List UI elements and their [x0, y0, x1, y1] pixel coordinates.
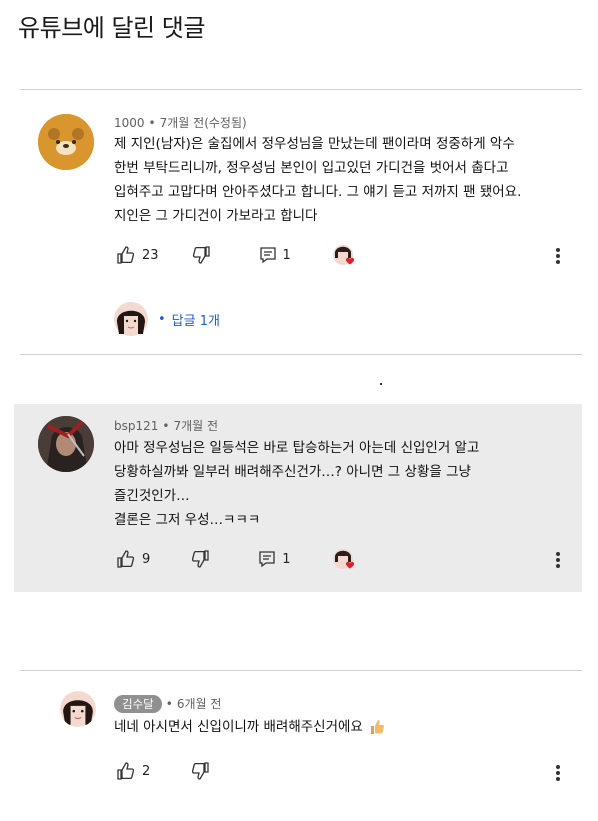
- comment-meta: 김수달 • 6개월 전: [114, 695, 221, 713]
- comment-meta: bsp121 • 7개월 전: [114, 419, 219, 433]
- view-replies-link[interactable]: • 답글 1개: [114, 302, 220, 336]
- dislike-icon: [192, 246, 210, 264]
- more-icon: [556, 248, 560, 252]
- comment-actions: 2: [116, 761, 210, 781]
- comment-line: 한번 부탁드리니까, 정우성님 본인이 입고있던 가디건을 벗어서 춥다고: [114, 160, 509, 176]
- comment-text: 네네 아시면서 신입이니까 배려해주신거에요: [114, 715, 385, 739]
- creator-heart: [332, 548, 355, 570]
- like-icon: [117, 246, 135, 264]
- comment-1: 1000 • 7개월 전(수정됨) 제 지인(남자)은 술집에서 정우성님을 만났는…: [0, 90, 598, 354]
- replier-avatar-icon: [114, 302, 148, 336]
- comment-actions: 23 1: [116, 244, 355, 266]
- reply-icon: [259, 551, 275, 568]
- avatar[interactable]: [60, 691, 96, 727]
- comment-3: 김수달 • 6개월 전 네네 아시면서 신입이니까 배려해주신거에요 2: [0, 671, 598, 821]
- reply-link-text: 답글 1개: [171, 313, 220, 329]
- more-button[interactable]: [556, 246, 562, 266]
- divider: [20, 354, 582, 355]
- reply-button[interactable]: 1: [258, 550, 291, 568]
- bear-avatar-icon: [38, 114, 94, 170]
- comment-line: 네네 아시면서 신입이니까 배려해주신거에요: [114, 719, 363, 735]
- page-title: 유튜브에 달린 댓글: [18, 14, 205, 42]
- heart-icon: [332, 245, 354, 265]
- like-button[interactable]: 2: [116, 761, 150, 781]
- comment-line: 제 지인(남자)은 술집에서 정우성님을 만났는데 팬이라며 정중하게 악수: [114, 136, 515, 152]
- comment-line: 입혀주고 고맙다며 안아주셨다고 합니다. 그 얘기 듣고 저까지 팬 됐어요.: [114, 184, 522, 200]
- comment-author[interactable]: bsp121: [114, 419, 158, 433]
- reply-count: 1: [282, 247, 291, 263]
- more-button[interactable]: [556, 550, 562, 570]
- like-button[interactable]: 23: [116, 245, 159, 265]
- heart-icon: [332, 549, 354, 569]
- comment-text: 제 지인(남자)은 술집에서 정우성님을 만났는데 팬이라며 정중하게 악수 한…: [114, 132, 521, 228]
- comment-2: bsp121 • 7개월 전 아마 정우성님은 일등석은 바로 탑승하는거 아는데 …: [14, 404, 582, 592]
- creator-heart: [332, 244, 355, 266]
- dislike-button[interactable]: [191, 245, 211, 265]
- comment-line: 결론은 그저 우성…ㅋㅋㅋ: [114, 512, 261, 528]
- like-count: 9: [142, 551, 151, 567]
- comment-actions: 9 1: [116, 548, 355, 570]
- like-icon: [117, 762, 135, 780]
- like-count: 2: [142, 763, 151, 779]
- reply-link-dot: •: [158, 311, 166, 327]
- comment-author[interactable]: 김수달: [114, 695, 162, 713]
- dislike-button[interactable]: [190, 549, 210, 569]
- reply-count: 1: [282, 551, 291, 567]
- comment-time[interactable]: 7개월 전(수정됨): [160, 116, 247, 130]
- comment-line: 즐긴것인가…: [114, 488, 190, 504]
- dislike-icon: [192, 762, 209, 780]
- warrior-avatar-icon: [38, 416, 94, 472]
- comment-time[interactable]: 7개월 전: [173, 419, 218, 433]
- like-count: 23: [142, 247, 159, 263]
- dislike-button[interactable]: [190, 761, 210, 781]
- stray-dot: [380, 383, 382, 385]
- comment-time[interactable]: 6개월 전: [177, 697, 222, 711]
- user-avatar-icon: [60, 691, 96, 727]
- comment-meta: 1000 • 7개월 전(수정됨): [114, 116, 247, 130]
- dislike-icon: [192, 550, 209, 568]
- comment-line: 아마 정우성님은 일등석은 바로 탑승하는거 아는데 신입인거 알고: [114, 440, 480, 456]
- more-button[interactable]: [556, 763, 562, 783]
- comment-author[interactable]: 1000: [114, 116, 145, 130]
- more-icon: [556, 765, 560, 769]
- thumbs-up-emoji-icon: [370, 720, 384, 734]
- reply-icon: [259, 247, 276, 264]
- comment-line: 당황하실까봐 일부러 배려해주신건가…? 아니면 그 상황을 그냥: [114, 464, 471, 480]
- like-button[interactable]: 9: [116, 549, 150, 569]
- like-icon: [117, 550, 135, 568]
- more-icon: [556, 552, 560, 556]
- reply-button[interactable]: 1: [259, 246, 291, 264]
- comment-line: 지인은 그 가디건이 가보라고 합니다: [114, 208, 318, 224]
- avatar[interactable]: [38, 114, 94, 170]
- comment-text: 아마 정우성님은 일등석은 바로 탑승하는거 아는데 신입인거 알고 당황하실까…: [114, 436, 479, 532]
- avatar[interactable]: [38, 416, 94, 472]
